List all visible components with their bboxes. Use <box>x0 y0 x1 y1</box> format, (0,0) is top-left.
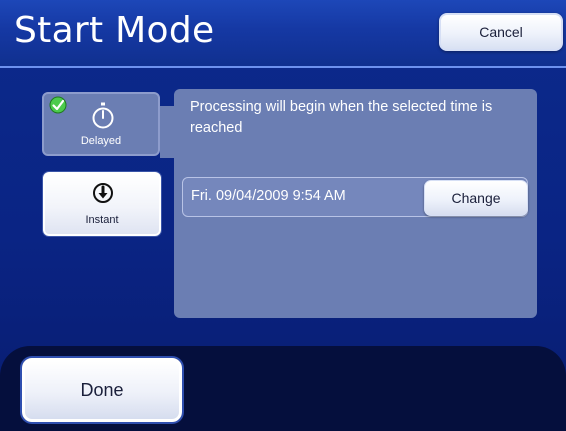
change-button[interactable]: Change <box>424 180 528 216</box>
mode-instant-label: Instant <box>85 214 119 226</box>
arrow-down-circle-icon <box>93 183 113 203</box>
description-text: Processing will begin when the selected … <box>190 99 493 136</box>
checkmark-icon <box>49 96 67 114</box>
header-divider <box>0 66 566 68</box>
datetime-value: Fri. 09/04/2009 9:54 AM <box>191 188 346 204</box>
stopwatch-icon <box>92 102 114 129</box>
mode-delayed-label: Delayed <box>80 135 122 147</box>
done-button[interactable]: Done <box>22 358 182 422</box>
delayed-settings-panel: Processing will begin when the selected … <box>174 89 537 318</box>
cancel-button[interactable]: Cancel <box>439 13 563 51</box>
page-title: Start Mode <box>14 10 215 51</box>
header-bar: Start Mode Cancel <box>0 0 566 66</box>
mode-instant-button[interactable]: Instant <box>43 172 161 236</box>
mode-delayed-button[interactable]: Delayed <box>42 92 180 158</box>
start-mode-screen: Start Mode Cancel Delayed Instant Proces… <box>0 0 566 431</box>
